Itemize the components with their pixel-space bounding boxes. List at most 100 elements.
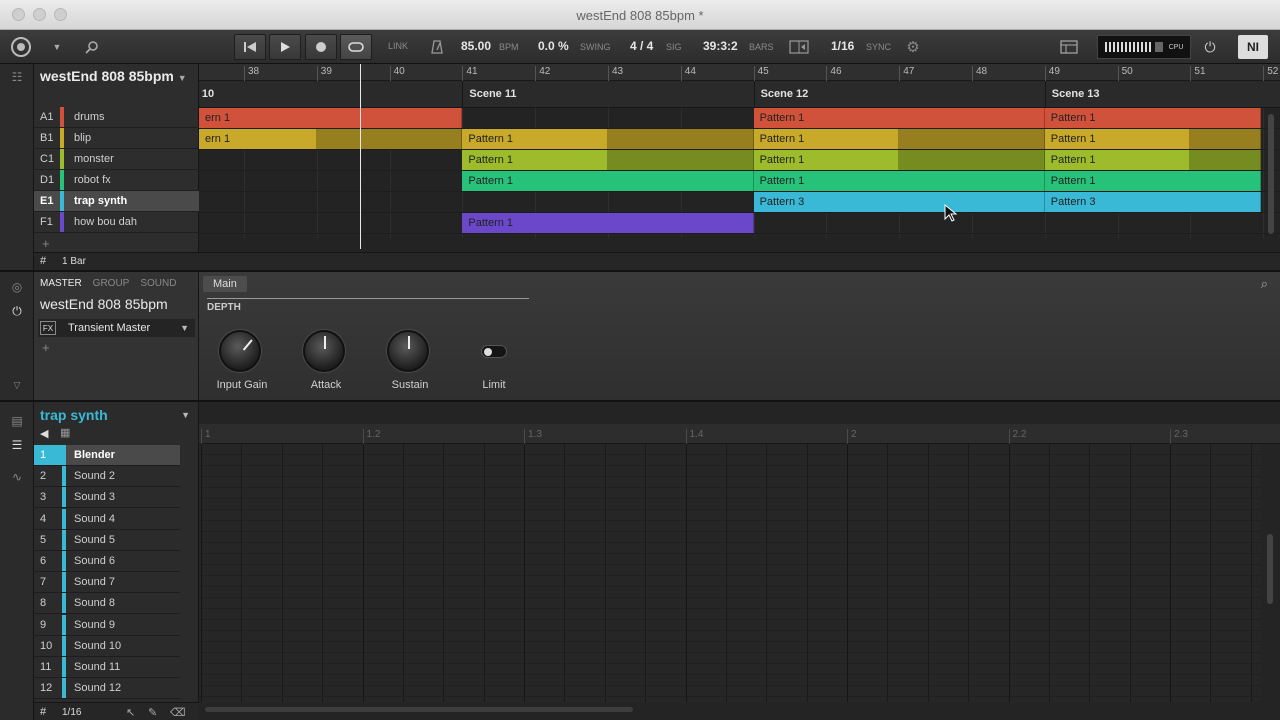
bar-number[interactable]: 51 <box>1190 66 1206 81</box>
group-row[interactable]: A1 drums <box>34 107 199 128</box>
link-label[interactable]: LINK <box>388 41 408 51</box>
plugin-search-icon[interactable]: ⌕ <box>1261 276 1268 292</box>
add-group-button[interactable]: + <box>42 236 50 251</box>
fx-chevron-down-icon[interactable]: ▼ <box>180 323 189 333</box>
fx-slot[interactable]: FX Transient Master ▼ <box>38 319 195 337</box>
keyboard-view-icon[interactable]: ☰ <box>8 438 26 452</box>
pattern-clip[interactable]: Pattern 1 <box>1044 171 1261 191</box>
bar-number[interactable]: 42 <box>535 66 550 81</box>
sound-row[interactable]: 2 Sound 2 <box>34 466 180 488</box>
pattern-clip[interactable]: Pattern 1 <box>753 171 1045 191</box>
bar-number[interactable]: 49 <box>1044 66 1060 81</box>
pattern-clip[interactable]: Pattern 1 <box>462 171 754 191</box>
beat-number[interactable]: 1.4 <box>685 429 703 444</box>
bar-number[interactable]: 52 <box>1263 66 1278 81</box>
bar-number[interactable]: 48 <box>972 66 987 81</box>
pattern-clip[interactable]: Pattern 1 <box>753 150 900 170</box>
scene-header[interactable]: Scene 11 <box>462 81 753 108</box>
group-title[interactable]: trap synth <box>40 407 108 423</box>
arranger-lane[interactable]: ern 1 Pattern 1 Pattern 1 Pattern 1 <box>199 129 1280 150</box>
arranger-lane[interactable]: Pattern 1 Pattern 1 Pattern 1 <box>199 150 1280 171</box>
arranger-lane[interactable]: Pattern 3 Pattern 3 <box>199 192 1280 213</box>
pattern-clip[interactable]: Pattern 1 <box>753 129 900 149</box>
knob-input-gain[interactable] <box>219 330 261 372</box>
sound-row[interactable]: 6 Sound 6 <box>34 551 180 572</box>
sound-row[interactable]: 12 Sound 12 <box>34 678 180 700</box>
sound-row[interactable]: 5 Sound 5 <box>34 529 180 551</box>
speaker-icon[interactable]: ◀ <box>40 427 48 440</box>
power-icon[interactable]: ⏻ <box>1200 37 1220 57</box>
swing-value[interactable]: 0.0 % <box>538 39 569 53</box>
piano-roll[interactable]: 1 1.2 1.3 1.4 2 2.2 2.3 <box>199 402 1280 720</box>
sound-row[interactable]: 4 Sound 4 <box>34 508 180 530</box>
follow-icon[interactable] <box>788 38 810 56</box>
pattern-clip[interactable] <box>1190 129 1261 149</box>
tab-main[interactable]: Main <box>203 276 247 292</box>
playhead[interactable] <box>360 64 361 249</box>
maschine-logo-icon[interactable] <box>8 34 34 60</box>
sound-row[interactable]: 3 Sound 3 <box>34 487 180 509</box>
pencil-tool-icon[interactable]: ✎ <box>148 706 157 719</box>
volume-cpu-meter[interactable]: CPU <box>1097 35 1191 59</box>
group-row[interactable]: D1 robot fx <box>34 170 199 191</box>
beat-number[interactable]: 1.2 <box>362 429 380 444</box>
pattern-clip[interactable] <box>608 150 754 170</box>
tab-group[interactable]: GROUP <box>93 278 130 289</box>
pattern-clip[interactable]: Pattern 3 <box>1044 192 1261 212</box>
piano-roll-scrollbar[interactable] <box>205 707 633 712</box>
bar-number[interactable]: 47 <box>899 66 914 81</box>
select-tool-icon[interactable]: ↖ <box>126 706 135 719</box>
browser-view-icon[interactable] <box>1058 37 1080 57</box>
arranger-vertical-scrollbar[interactable] <box>1268 114 1274 234</box>
editor-grid-hash-icon[interactable]: # <box>40 706 46 718</box>
tempo-value[interactable]: 85.00 <box>461 39 491 53</box>
pattern-clip[interactable]: Pattern 1 <box>1044 108 1261 128</box>
plugin-mode-icon[interactable]: ⏻ <box>8 304 26 318</box>
group-row[interactable]: C1 monster <box>34 149 199 170</box>
bar-number[interactable]: 40 <box>389 66 405 81</box>
metronome-icon[interactable] <box>428 38 446 56</box>
scene-header[interactable]: Scene 13 <box>1044 81 1280 108</box>
bar-number[interactable]: 41 <box>462 66 478 81</box>
arranger-lane[interactable]: Pattern 1 Pattern 1 Pattern 1 <box>199 171 1280 192</box>
bar-number[interactable]: 50 <box>1117 66 1133 81</box>
beat-number[interactable]: 1.3 <box>524 429 542 444</box>
beat-number[interactable]: 1 <box>201 429 211 444</box>
pattern-clip[interactable]: ern 1 <box>199 108 463 128</box>
pattern-clip[interactable] <box>899 129 1045 149</box>
piano-roll-ruler[interactable]: 1 1.2 1.3 1.4 2 2.2 2.3 <box>199 424 1280 444</box>
project-title[interactable]: westEnd 808 85bpm ▼ <box>40 68 187 84</box>
pad-view-icon[interactable]: ▤ <box>8 414 26 428</box>
editor-grid-value[interactable]: 1/16 <box>62 707 81 718</box>
grid-hash-icon[interactable]: # <box>40 255 46 267</box>
pattern-clip[interactable]: Pattern 1 <box>1044 129 1191 149</box>
arranger-timeline[interactable]: 383940414243444546474849505152 ne 10Scen… <box>199 64 1280 270</box>
play-button[interactable] <box>269 34 301 60</box>
pattern-clip[interactable]: ern 1 <box>199 129 317 149</box>
tab-sound[interactable]: SOUND <box>140 278 176 289</box>
arranger-lane[interactable]: ern 1 Pattern 1 Pattern 1 <box>199 108 1280 129</box>
pattern-clip[interactable]: Pattern 3 <box>753 192 1045 212</box>
tab-master[interactable]: MASTER <box>40 278 82 289</box>
group-chevron-down-icon[interactable]: ▼ <box>181 410 190 420</box>
bar-number[interactable]: 43 <box>608 66 623 81</box>
pattern-clip[interactable] <box>608 129 754 149</box>
add-plugin-button[interactable]: + <box>42 340 50 355</box>
position-value[interactable]: 39:3:2 <box>703 39 738 53</box>
chevron-down-icon[interactable]: ▼ <box>178 73 187 83</box>
pattern-clip[interactable] <box>899 150 1045 170</box>
ni-logo-icon[interactable]: NI <box>1238 35 1268 59</box>
collapse-icon[interactable]: ▽ <box>8 380 26 394</box>
scene-header[interactable]: ne 10 <box>199 81 462 108</box>
arranger-grid-value[interactable]: 1 Bar <box>62 256 86 267</box>
limit-toggle[interactable] <box>481 345 507 358</box>
sound-row[interactable]: 11 Sound 11 <box>34 657 180 678</box>
sound-row[interactable]: 9 Sound 9 <box>34 614 180 636</box>
control-mode-icon[interactable]: ◎ <box>8 280 26 294</box>
group-row[interactable]: B1 blip <box>34 128 199 149</box>
pattern-clip[interactable]: Pattern 1 <box>462 213 754 233</box>
quantize-value[interactable]: 1/16 <box>831 39 854 53</box>
bar-ruler[interactable]: 38 39 40 41 42 43 44 45 46 47 48 49 50 51 52 <box>199 64 1280 81</box>
piano-roll-vertical-scrollbar[interactable] <box>1267 534 1273 604</box>
beat-number[interactable]: 2 <box>847 429 857 444</box>
